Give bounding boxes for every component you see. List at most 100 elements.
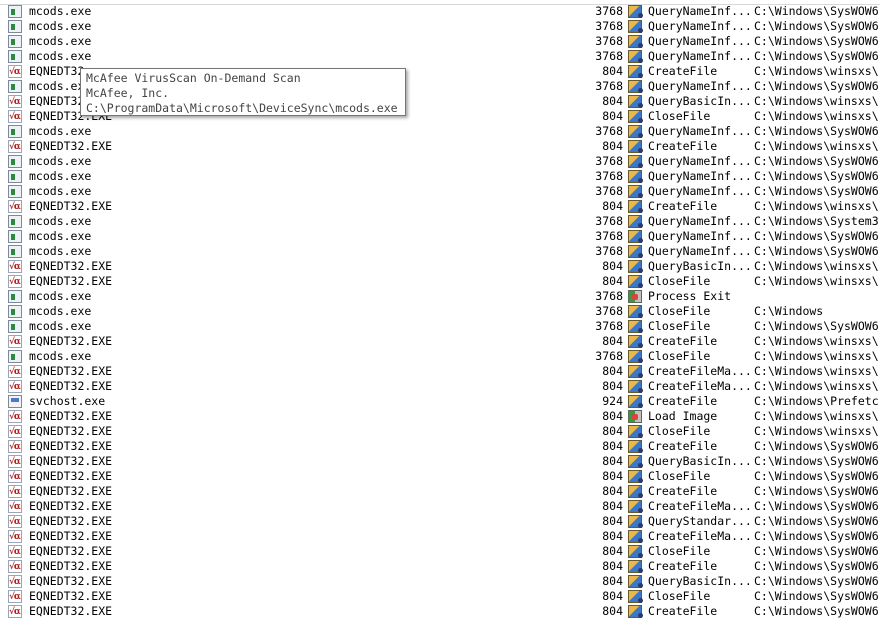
operation-cell: QueryNameInf... [648, 184, 752, 198]
process-name: EQNEDT32.EXE [29, 589, 113, 603]
path-cell: C:\Windows\SysWOW6 [754, 484, 879, 498]
table-row[interactable]: mcods.exe 3768 QueryNameInf... C:\Windows\S… [0, 214, 880, 229]
process-name: EQNEDT32.EXE [29, 199, 113, 213]
operation-cell: CreateFileMa... [648, 529, 752, 543]
filesystem-activity-icon [628, 560, 643, 573]
pid-cell: 804 [602, 409, 623, 423]
filesystem-activity-icon [628, 200, 643, 213]
equation-editor-icon [8, 365, 22, 378]
table-row[interactable]: EQNEDT32.EXE 804 CreateFile C:\Windows\SysW… [0, 439, 880, 454]
operation-cell: CreateFile [648, 394, 718, 408]
table-row[interactable]: mcods.exe 3768 QueryNameInf... C:\Windows\S… [0, 154, 880, 169]
table-row[interactable]: mcods.exe 3768 CloseFile C:\Windows\SysWOW6 [0, 319, 880, 334]
process-name: EQNEDT32.EXE [29, 544, 113, 558]
table-row[interactable]: mcods.exe 3768 QueryNameInf... C:\Windows\S… [0, 19, 880, 34]
mcods-process-icon [8, 305, 22, 318]
equation-editor-icon [8, 485, 22, 498]
table-row[interactable]: EQNEDT32.EXE 804 Load Image C:\Windows\wins… [0, 409, 880, 424]
table-row[interactable]: mcods.exe 3768 QueryNameInf... C:\Windows\S… [0, 49, 880, 64]
path-cell: C:\Windows\SysWOW6 [754, 604, 879, 618]
table-row[interactable]: mcods.exe 3768 Process Exit [0, 289, 880, 304]
table-row[interactable]: mcods.exe 3768 CloseFile C:\Windows [0, 304, 880, 319]
pid-cell: 804 [602, 379, 623, 393]
filesystem-activity-icon [628, 605, 643, 618]
table-row[interactable]: mcods.exe 3768 QueryNameInf... C:\Windows\S… [0, 124, 880, 139]
table-row[interactable]: EQNEDT32.EXE 804 QueryStandar...C:\Windows… [0, 514, 880, 529]
filesystem-activity-icon [628, 20, 643, 33]
process-name: mcods.exe [29, 4, 92, 18]
filesystem-activity-icon [628, 275, 643, 288]
table-row[interactable]: EQNEDT32.EXE 804 CreateFile C:\Windows\SysW… [0, 559, 880, 574]
table-row[interactable]: EQNEDT32.EXE 804 CreateFileMa...C:\Windows… [0, 529, 880, 544]
table-row[interactable]: EQNEDT32.EXE 804 CreateFileMa...C:\Windows… [0, 499, 880, 514]
pid-cell: 804 [602, 604, 623, 618]
mcods-process-icon [8, 5, 22, 18]
filesystem-activity-icon [628, 455, 643, 468]
table-row[interactable]: EQNEDT32.EXE 804 QueryBasicIn...C:\Windows… [0, 454, 880, 469]
table-row[interactable]: mcods.exe 3768 QueryNameInf... C:\Windows\S… [0, 4, 880, 19]
table-row[interactable]: mcods.exe 3768 CloseFile C:\Windows\winsxs\ [0, 349, 880, 364]
table-row[interactable]: mcods.exe 3768 QueryNameInf... C:\Windows\S… [0, 184, 880, 199]
process-name: mcods.exe [29, 289, 92, 303]
pid-cell: 3768 [595, 169, 623, 183]
operation-cell: QueryNameInf... [648, 49, 752, 63]
filesystem-activity-icon [628, 80, 643, 93]
table-row[interactable]: mcods.exe 3768 QueryNameInf... C:\Windows\S… [0, 229, 880, 244]
process-name: EQNEDT32 [29, 94, 85, 108]
equation-editor-icon [8, 200, 22, 213]
table-row[interactable]: EQNEDT32.EXE 804 CreateFile C:\Windows\wins… [0, 334, 880, 349]
equation-editor-icon [8, 515, 22, 528]
table-row[interactable]: mcods.exe 3768 QueryNameInf... C:\Windows\S… [0, 169, 880, 184]
equation-editor-icon [8, 425, 22, 438]
mcods-process-icon [8, 215, 22, 228]
filesystem-activity-icon [628, 260, 643, 273]
table-row[interactable]: mcods.exe 3768 QueryNameInf... C:\Windows\S… [0, 34, 880, 49]
table-row[interactable]: EQNEDT32.EXE 804 CloseFile C:\Windows\winsx… [0, 274, 880, 289]
process-name: EQNEDT32.EXE [29, 364, 113, 378]
equation-editor-icon [8, 530, 22, 543]
table-row[interactable]: EQNEDT32.EXE 804 CreateFileMa...C:\Windows… [0, 379, 880, 394]
operation-cell: QueryBasicIn... [648, 94, 752, 108]
table-row[interactable]: EQNEDT32.EXE 804 CreateFile C:\Windows\SysW… [0, 484, 880, 499]
filesystem-activity-icon [628, 515, 643, 528]
filesystem-activity-icon [628, 50, 643, 63]
equation-editor-icon [8, 440, 22, 453]
table-row[interactable]: EQNEDT32.EXE 804 QueryBasicIn...C:\Windows… [0, 259, 880, 274]
operation-cell: CreateFileMa... [648, 364, 752, 378]
path-cell: C:\Windows\SysWOW6 [754, 34, 879, 48]
table-row[interactable]: EQNEDT32.EXE 804 QueryBasicIn...C:\Windows… [0, 574, 880, 589]
table-row[interactable]: EQNEDT32.EXE 804 CloseFile C:\Windows\SysWO… [0, 544, 880, 559]
process-name: mcods.exe [29, 184, 92, 198]
equation-editor-icon [8, 560, 22, 573]
path-cell: C:\Windows\winsxs\ [754, 94, 879, 108]
filesystem-activity-icon [628, 65, 643, 78]
table-row[interactable]: EQNEDT32.EXE 804 CloseFile C:\Windows\SysWO… [0, 469, 880, 484]
operation-cell: CreateFile [648, 64, 718, 78]
table-row[interactable]: EQNEDT32.EXE 804 CloseFile C:\Windows\winsx… [0, 424, 880, 439]
pid-cell: 3768 [595, 184, 623, 198]
filesystem-activity-icon [628, 155, 643, 168]
process-name: EQNEDT32.EXE [29, 604, 113, 618]
table-row[interactable]: svchost.exe 924 CreateFile C:\Windows\Prefe… [0, 394, 880, 409]
process-name: mcods.ex [29, 79, 85, 93]
path-cell: C:\Windows\SysWOW6 [754, 319, 879, 333]
table-row[interactable]: EQNEDT32.EXE 804 CloseFile C:\Windows\SysWO… [0, 589, 880, 604]
table-row[interactable]: EQNEDT32.EXE 804 CreateFile C:\Windows\SysW… [0, 604, 880, 619]
operation-cell: CreateFile [648, 334, 718, 348]
process-name: EQNEDT32.EXE [29, 409, 113, 423]
process-name: EQNEDT32.EXE [29, 259, 113, 273]
table-row[interactable]: EQNEDT32.EXE 804 CreateFileMa...C:\Windows… [0, 364, 880, 379]
operation-cell: QueryStandar... [648, 514, 752, 528]
pid-cell: 804 [602, 439, 623, 453]
table-row[interactable]: mcods.exe 3768 QueryNameInf... C:\Windows\S… [0, 244, 880, 259]
process-name: svchost.exe [29, 394, 106, 408]
path-cell: C:\Windows\SysWOW6 [754, 49, 879, 63]
pid-cell: 804 [602, 589, 623, 603]
table-row[interactable]: EQNEDT32.EXE 804 CreateFile C:\Windows\wins… [0, 199, 880, 214]
path-cell: C:\Windows\SysWOW6 [754, 454, 879, 468]
process-activity-icon [628, 410, 642, 423]
table-row[interactable]: EQNEDT32.EXE 804 CreateFile C:\Windows\wins… [0, 139, 880, 154]
process-name: mcods.exe [29, 34, 92, 48]
path-cell: C:\Windows\SysWOW6 [754, 244, 879, 258]
process-name: EQNEDT32.EXE [29, 424, 113, 438]
